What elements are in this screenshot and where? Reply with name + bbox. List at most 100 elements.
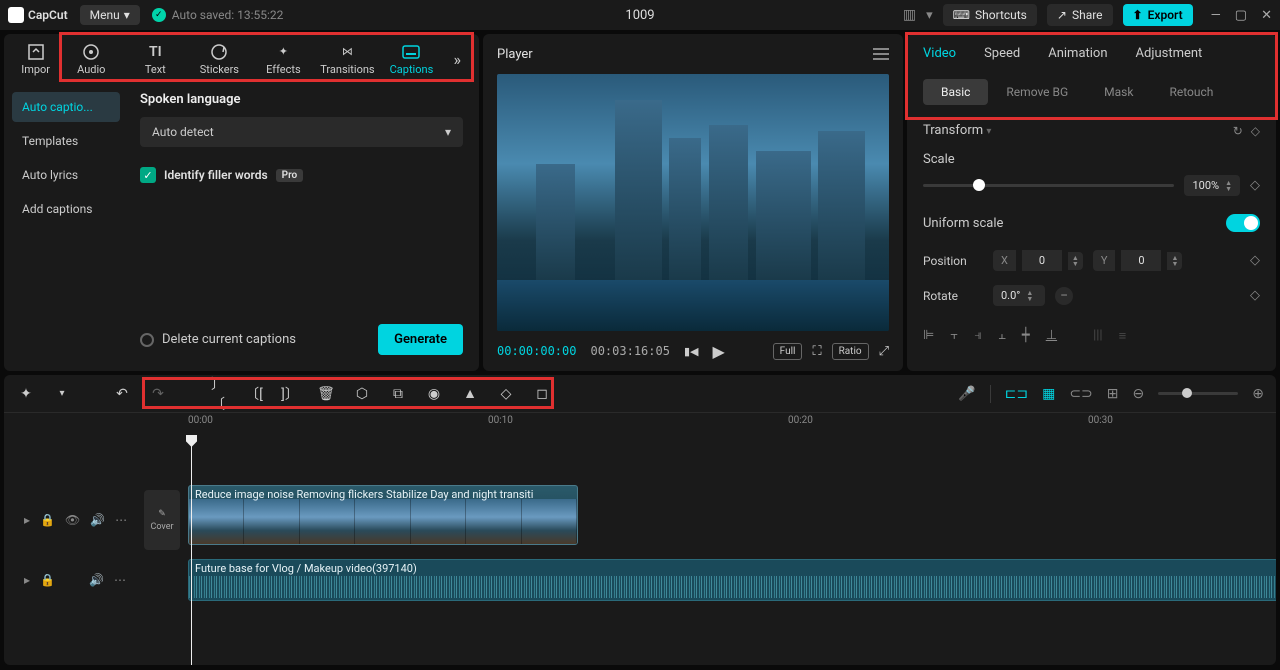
delete-icon[interactable]: 🗑 bbox=[316, 386, 336, 402]
keyframe-icon[interactable]: ◇ bbox=[1250, 288, 1260, 303]
nav-transitions[interactable]: ⋈ Transitions bbox=[315, 34, 379, 84]
tab-video[interactable]: Video bbox=[923, 46, 956, 61]
lang-select[interactable]: Auto detect ▾ bbox=[140, 117, 463, 147]
stepper-icon[interactable]: ▲▼ bbox=[1167, 252, 1182, 270]
filler-checkbox[interactable]: ✓ bbox=[140, 167, 156, 183]
tab-animation[interactable]: Animation bbox=[1048, 46, 1107, 61]
close-icon[interactable]: ✕ bbox=[1261, 8, 1272, 23]
player-viewport[interactable] bbox=[497, 74, 889, 331]
distribute-h-icon[interactable]: ||| bbox=[1093, 328, 1103, 344]
scale-value[interactable]: 100%▲▼ bbox=[1184, 175, 1240, 196]
player-menu-icon[interactable] bbox=[873, 48, 889, 60]
zoom-out-icon[interactable]: ⊖ bbox=[1133, 386, 1145, 402]
nav-more-icon[interactable]: » bbox=[444, 50, 472, 69]
ratio-button[interactable]: Ratio bbox=[832, 343, 869, 360]
stepper-icon[interactable]: ▲▼ bbox=[1225, 180, 1232, 192]
rotate-icon[interactable]: ◇ bbox=[496, 386, 516, 402]
mirror-icon[interactable]: ▲ bbox=[460, 385, 480, 402]
stepper-icon[interactable]: ▲▼ bbox=[1068, 252, 1083, 270]
align-center-h-icon[interactable]: ⫟ bbox=[950, 328, 958, 344]
rotate-value[interactable]: 0.0°▲▼ bbox=[993, 285, 1045, 306]
keyframe-icon[interactable]: ◇ bbox=[1250, 178, 1260, 193]
lock-icon[interactable]: 🔒 bbox=[40, 513, 55, 527]
menu-button[interactable]: Menu ▾ bbox=[80, 5, 140, 25]
chevron-down-icon[interactable]: ▾ bbox=[986, 126, 991, 137]
sub-auto-lyrics[interactable]: Auto lyrics bbox=[12, 160, 120, 190]
pointer-tool-icon[interactable]: ✦ bbox=[16, 386, 36, 402]
link-icon[interactable]: ⊂⊃ bbox=[1069, 386, 1092, 402]
tab-speed[interactable]: Speed bbox=[984, 46, 1020, 61]
stepper-icon[interactable]: ▲▼ bbox=[1026, 290, 1033, 302]
zoom-slider[interactable] bbox=[1158, 392, 1238, 395]
redo-icon[interactable]: ↷ bbox=[148, 386, 168, 402]
share-button[interactable]: ↗ Share bbox=[1047, 4, 1113, 26]
zoom-in-icon[interactable]: ⊕ bbox=[1252, 386, 1264, 402]
undo-icon[interactable]: ↶ bbox=[112, 386, 132, 402]
video-clip[interactable]: Reduce image noise Removing flickers Sta… bbox=[188, 485, 578, 545]
nav-captions[interactable]: Captions bbox=[379, 34, 443, 84]
align-bottom-icon[interactable]: ⊥ bbox=[1046, 328, 1057, 344]
snap-icon[interactable]: ▦ bbox=[1042, 386, 1055, 402]
trim-right-icon[interactable]: ]〕 bbox=[280, 384, 300, 404]
distribute-v-icon[interactable]: ≡ bbox=[1119, 328, 1127, 344]
split-icon[interactable]: 〕〔 bbox=[208, 374, 228, 414]
subtab-removebg[interactable]: Remove BG bbox=[988, 79, 1086, 105]
subtab-mask[interactable]: Mask bbox=[1086, 79, 1151, 105]
sub-add-captions[interactable]: Add captions bbox=[12, 194, 120, 224]
crop-icon[interactable]: ◻ bbox=[532, 386, 552, 402]
lock-icon[interactable]: 🔒 bbox=[40, 573, 55, 587]
timeline-ruler[interactable]: 00:00 00:10 00:20 00:30 bbox=[4, 413, 1276, 435]
delete-captions-row[interactable]: Delete current captions bbox=[140, 332, 296, 347]
nav-text[interactable]: TI Text bbox=[123, 34, 187, 84]
sub-templates[interactable]: Templates bbox=[12, 126, 120, 156]
export-button[interactable]: ⬆ Export bbox=[1123, 4, 1193, 26]
reverse-icon[interactable]: ◉ bbox=[424, 386, 444, 402]
play-icon[interactable]: ▶ bbox=[712, 342, 724, 361]
nav-stickers[interactable]: Stickers bbox=[187, 34, 251, 84]
chevron-down-icon[interactable]: ▾ bbox=[52, 388, 72, 399]
shortcuts-button[interactable]: ⌨ Shortcuts bbox=[943, 4, 1037, 26]
maximize-icon[interactable]: ▢ bbox=[1235, 8, 1247, 23]
nav-import[interactable]: Impor bbox=[12, 34, 59, 84]
playhead[interactable] bbox=[191, 435, 192, 665]
align-right-icon[interactable]: ⫣ bbox=[974, 328, 982, 344]
mute-icon[interactable]: 🔊 bbox=[90, 513, 105, 527]
reset-icon[interactable]: ↻ bbox=[1233, 124, 1243, 138]
collapse-icon[interactable]: ▸ bbox=[24, 573, 30, 587]
mic-icon[interactable]: 🎤 bbox=[958, 386, 975, 402]
scale-slider[interactable] bbox=[923, 184, 1174, 187]
duplicate-icon[interactable]: ⧉ bbox=[388, 386, 408, 402]
more-icon[interactable]: ⋯ bbox=[114, 573, 126, 587]
audio-clip[interactable]: Future base for Vlog / Makeup video(3971… bbox=[188, 559, 1276, 601]
subtab-retouch[interactable]: Retouch bbox=[1151, 79, 1231, 105]
keyframe-icon[interactable]: ◇ bbox=[1250, 253, 1260, 268]
eye-icon[interactable]: 👁 bbox=[65, 513, 80, 527]
uniform-toggle[interactable] bbox=[1226, 214, 1260, 232]
keyframe-nav-icon[interactable]: ◇ bbox=[1251, 124, 1260, 138]
trim-left-icon[interactable]: 〔[ bbox=[244, 384, 264, 404]
step-back-icon[interactable]: ▮◀ bbox=[684, 345, 699, 358]
rotate-dial-icon[interactable]: − bbox=[1055, 287, 1073, 305]
preview-icon[interactable]: ⊞ bbox=[1107, 386, 1119, 402]
nav-effects[interactable]: ✦ Effects bbox=[251, 34, 315, 84]
pos-x-input[interactable]: X 0 ▲▼ bbox=[993, 250, 1083, 271]
nav-audio[interactable]: Audio bbox=[59, 34, 123, 84]
full-button[interactable]: Full bbox=[773, 343, 803, 360]
cover-button[interactable]: ✎ Cover bbox=[144, 490, 180, 550]
mute-icon[interactable]: 🔊 bbox=[89, 573, 104, 587]
sub-auto-captions[interactable]: Auto captio... bbox=[12, 92, 120, 122]
align-left-icon[interactable]: ⊫ bbox=[923, 328, 934, 344]
layout-icon[interactable]: ▥ bbox=[903, 7, 916, 23]
collapse-icon[interactable]: ▸ bbox=[24, 513, 30, 527]
frame-icon[interactable]: ⛶ bbox=[812, 344, 821, 359]
align-center-v-icon[interactable]: ┿ bbox=[1022, 328, 1030, 344]
minimize-icon[interactable]: — bbox=[1211, 8, 1221, 23]
generate-button[interactable]: Generate bbox=[378, 324, 463, 355]
chevron-down-icon[interactable]: ▾ bbox=[926, 8, 933, 23]
marker-icon[interactable]: ⬡ bbox=[352, 386, 372, 402]
subtab-basic[interactable]: Basic bbox=[923, 79, 988, 105]
align-top-icon[interactable]: ⫠ bbox=[998, 328, 1006, 344]
pos-y-input[interactable]: Y 0 ▲▼ bbox=[1093, 250, 1183, 271]
more-icon[interactable]: ⋯ bbox=[115, 513, 127, 527]
project-name[interactable]: 1009 bbox=[625, 8, 654, 23]
